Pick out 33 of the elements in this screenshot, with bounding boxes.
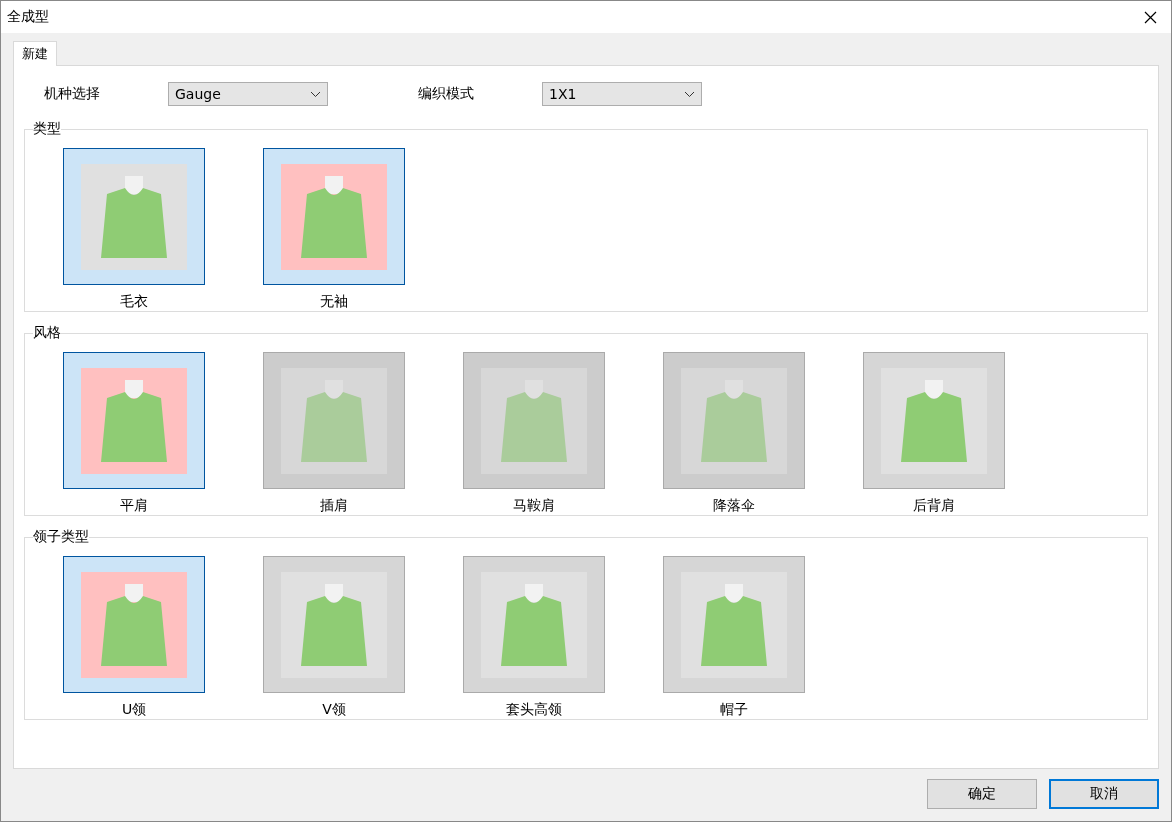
chevron-down-icon [310,90,321,98]
option-label: 插肩 [320,497,348,515]
option-tile[interactable] [663,556,805,693]
option-tile[interactable] [263,148,405,285]
option-tile[interactable] [63,352,205,489]
option-label: U领 [121,701,147,719]
option-tile[interactable] [63,148,205,285]
option-label: 毛衣 [120,293,148,311]
option-tile[interactable] [463,556,605,693]
window-title: 全成型 [7,8,49,26]
close-icon [1144,10,1157,24]
dialog-button[interactable]: 确定 [927,779,1037,809]
field-label: 编织模式 [418,85,475,103]
option-label: 帽子 [720,701,748,719]
option-label: 马鞍肩 [513,497,555,515]
field-label: 机种选择 [44,85,101,103]
option-label: 套头高领 [506,701,562,719]
option-tile[interactable] [863,352,1005,489]
dropdown[interactable]: Gauge [168,82,328,106]
option-label: V领 [322,701,346,719]
option-tile[interactable] [263,556,405,693]
dialog-button[interactable]: 取消 [1049,779,1159,809]
chevron-down-icon [684,90,695,98]
group-title: 领子类型 [33,528,89,546]
option-label: 平肩 [120,497,148,515]
dropdown[interactable]: 1X1 [542,82,702,106]
option-label: 后背肩 [913,497,955,515]
option-label: 无袖 [320,293,348,311]
option-tile[interactable] [63,556,205,693]
tab[interactable]: 新建 [13,41,57,66]
option-label: 降落伞 [713,497,755,515]
group-title: 风格 [33,324,61,342]
group-title: 类型 [33,120,61,138]
